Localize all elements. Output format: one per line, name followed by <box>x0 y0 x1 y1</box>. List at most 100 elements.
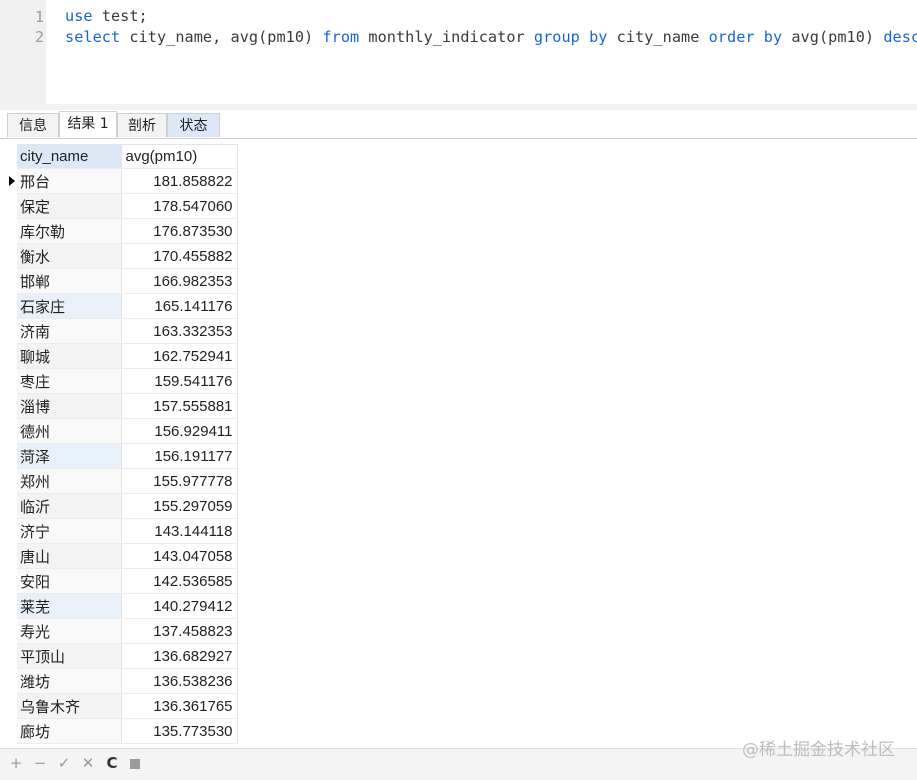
table-row[interactable]: 德州 156.929411 <box>7 418 238 444</box>
cell-avg-pm10[interactable]: 136.538236 <box>121 668 238 694</box>
table-row[interactable]: 临沂 155.297059 <box>7 493 238 519</box>
row-indicator[interactable] <box>7 218 17 244</box>
cell-avg-pm10[interactable]: 181.858822 <box>121 168 238 194</box>
cell-avg-pm10[interactable]: 163.332353 <box>121 318 238 344</box>
row-indicator[interactable] <box>7 168 17 194</box>
cell-avg-pm10[interactable]: 136.361765 <box>121 693 238 719</box>
cell-city-name[interactable]: 库尔勒 <box>17 218 122 244</box>
row-indicator[interactable] <box>7 443 17 469</box>
table-row[interactable]: 莱芜 140.279412 <box>7 593 238 619</box>
cell-avg-pm10[interactable]: 156.929411 <box>121 418 238 444</box>
row-indicator[interactable] <box>7 543 17 569</box>
apply-changes-icon[interactable]: ✓ <box>56 754 72 772</box>
row-indicator[interactable] <box>7 343 17 369</box>
table-row[interactable]: 平顶山 136.682927 <box>7 643 238 669</box>
table-row[interactable]: 安阳 142.536585 <box>7 568 238 594</box>
row-indicator[interactable] <box>7 318 17 344</box>
tab-info[interactable]: 信息 <box>7 113 59 137</box>
row-indicator[interactable] <box>7 243 17 269</box>
cell-city-name[interactable]: 聊城 <box>17 343 122 369</box>
table-row[interactable]: 唐山 143.047058 <box>7 543 238 569</box>
table-row[interactable]: 石家庄 165.141176 <box>7 293 238 319</box>
table-row[interactable]: 寿光 137.458823 <box>7 618 238 644</box>
cell-city-name[interactable]: 石家庄 <box>17 293 122 319</box>
table-row[interactable]: 济宁 143.144118 <box>7 518 238 544</box>
cell-city-name[interactable]: 衡水 <box>17 243 122 269</box>
column-header-avg-pm10[interactable]: avg(pm10) <box>121 144 238 169</box>
cell-city-name[interactable]: 郑州 <box>17 468 122 494</box>
cell-city-name[interactable]: 保定 <box>17 193 122 219</box>
row-indicator[interactable] <box>7 568 17 594</box>
cell-avg-pm10[interactable]: 155.977778 <box>121 468 238 494</box>
column-header-city-name[interactable]: city_name <box>17 144 122 169</box>
table-row[interactable]: 库尔勒 176.873530 <box>7 218 238 244</box>
table-row[interactable]: 衡水 170.455882 <box>7 243 238 269</box>
cell-avg-pm10[interactable]: 165.141176 <box>121 293 238 319</box>
cell-city-name[interactable]: 济宁 <box>17 518 122 544</box>
cell-avg-pm10[interactable]: 159.541176 <box>121 368 238 394</box>
cell-avg-pm10[interactable]: 176.873530 <box>121 218 238 244</box>
row-indicator[interactable] <box>7 493 17 519</box>
discard-changes-icon[interactable]: ✕ <box>80 754 96 772</box>
tab-result-1[interactable]: 结果 1 <box>59 111 117 138</box>
cell-avg-pm10[interactable]: 136.682927 <box>121 643 238 669</box>
table-row[interactable]: 保定 178.547060 <box>7 193 238 219</box>
row-indicator[interactable] <box>7 593 17 619</box>
table-row[interactable]: 乌鲁木齐 136.361765 <box>7 693 238 719</box>
cell-avg-pm10[interactable]: 143.047058 <box>121 543 238 569</box>
cell-city-name[interactable]: 枣庄 <box>17 368 122 394</box>
stop-icon[interactable] <box>130 759 140 769</box>
table-row[interactable]: 淄博 157.555881 <box>7 393 238 419</box>
cell-city-name[interactable]: 潍坊 <box>17 668 122 694</box>
row-indicator[interactable] <box>7 518 17 544</box>
cell-city-name[interactable]: 乌鲁木齐 <box>17 693 122 719</box>
row-indicator[interactable] <box>7 418 17 444</box>
row-indicator[interactable] <box>7 718 17 744</box>
cell-avg-pm10[interactable]: 137.458823 <box>121 618 238 644</box>
row-indicator[interactable] <box>7 618 17 644</box>
row-indicator[interactable] <box>7 643 17 669</box>
code-line-1[interactable]: use test; <box>65 7 148 25</box>
row-indicator[interactable] <box>7 693 17 719</box>
tab-status[interactable]: 状态 <box>167 113 220 137</box>
table-row[interactable]: 济南 163.332353 <box>7 318 238 344</box>
row-indicator[interactable] <box>7 668 17 694</box>
row-indicator[interactable] <box>7 468 17 494</box>
cell-avg-pm10[interactable]: 155.297059 <box>121 493 238 519</box>
cell-avg-pm10[interactable]: 142.536585 <box>121 568 238 594</box>
cell-avg-pm10[interactable]: 178.547060 <box>121 193 238 219</box>
add-row-icon[interactable]: + <box>8 754 24 772</box>
cell-city-name[interactable]: 菏泽 <box>17 443 122 469</box>
code-line-2[interactable]: select city_name, avg(pm10) from monthly… <box>65 27 917 46</box>
cell-avg-pm10[interactable]: 170.455882 <box>121 243 238 269</box>
row-indicator[interactable] <box>7 293 17 319</box>
cell-city-name[interactable]: 临沂 <box>17 493 122 519</box>
row-indicator[interactable] <box>7 268 17 294</box>
row-indicator[interactable] <box>7 368 17 394</box>
table-row[interactable]: 郑州 155.977778 <box>7 468 238 494</box>
cell-avg-pm10[interactable]: 135.773530 <box>121 718 238 744</box>
cell-avg-pm10[interactable]: 140.279412 <box>121 593 238 619</box>
cell-avg-pm10[interactable]: 143.144118 <box>121 518 238 544</box>
cell-city-name[interactable]: 济南 <box>17 318 122 344</box>
table-row[interactable]: 聊城 162.752941 <box>7 343 238 369</box>
cell-city-name[interactable]: 莱芜 <box>17 593 122 619</box>
table-row[interactable]: 邯郸 166.982353 <box>7 268 238 294</box>
row-indicator[interactable] <box>7 393 17 419</box>
cell-city-name[interactable]: 淄博 <box>17 393 122 419</box>
table-row[interactable]: 廊坊 135.773530 <box>7 718 238 744</box>
cell-avg-pm10[interactable]: 162.752941 <box>121 343 238 369</box>
cell-avg-pm10[interactable]: 166.982353 <box>121 268 238 294</box>
cell-city-name[interactable]: 平顶山 <box>17 643 122 669</box>
result-grid[interactable]: city_name avg(pm10) 邢台 181.858822 保定 178.54… <box>7 144 238 744</box>
row-indicator[interactable] <box>7 193 17 219</box>
cell-city-name[interactable]: 廊坊 <box>17 718 122 744</box>
cell-city-name[interactable]: 寿光 <box>17 618 122 644</box>
cell-city-name[interactable]: 唐山 <box>17 543 122 569</box>
cell-city-name[interactable]: 安阳 <box>17 568 122 594</box>
cell-city-name[interactable]: 邯郸 <box>17 268 122 294</box>
cell-avg-pm10[interactable]: 157.555881 <box>121 393 238 419</box>
table-row[interactable]: 潍坊 136.538236 <box>7 668 238 694</box>
cell-city-name[interactable]: 德州 <box>17 418 122 444</box>
table-row[interactable]: 邢台 181.858822 <box>7 168 238 194</box>
